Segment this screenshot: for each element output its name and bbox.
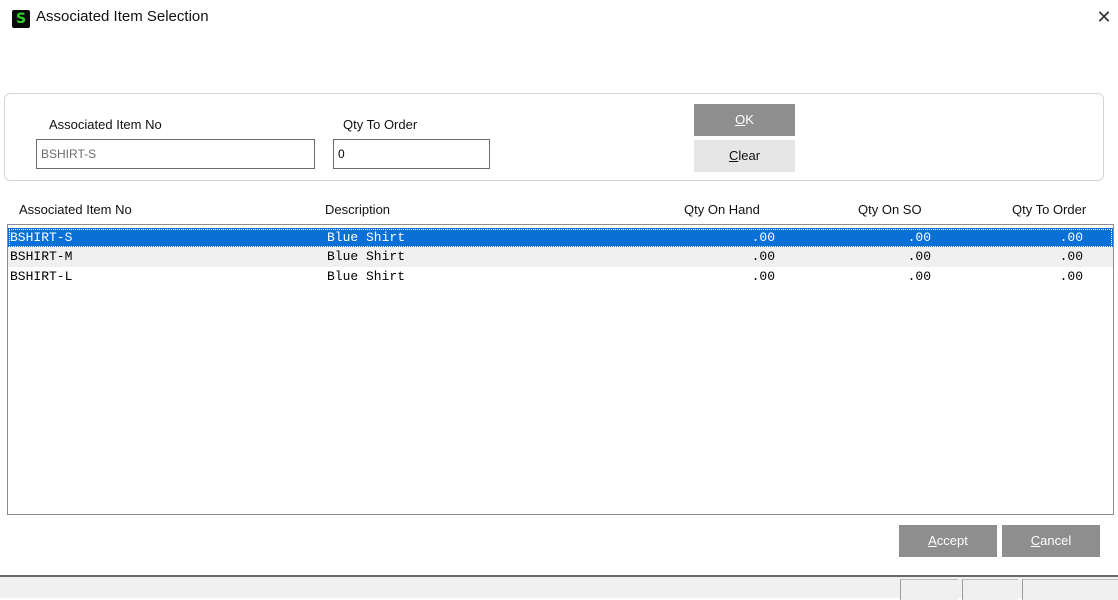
column-header-qty-on-so[interactable]: Qty On SO bbox=[858, 202, 922, 217]
status-pane bbox=[1022, 579, 1118, 600]
cell-qty-on-hand: .00 bbox=[751, 249, 775, 264]
cell-qty-to-order: .00 bbox=[1059, 269, 1083, 284]
item-no-field[interactable] bbox=[36, 139, 315, 169]
qty-to-order-field[interactable] bbox=[333, 139, 490, 169]
table-row[interactable]: BSHIRT-S Blue Shirt .00 .00 .00 bbox=[8, 228, 1113, 248]
ok-button[interactable]: OK bbox=[694, 104, 795, 136]
clear-button[interactable]: Clear bbox=[694, 140, 795, 172]
cell-qty-on-hand: .00 bbox=[751, 230, 775, 245]
sage-app-icon: S bbox=[12, 10, 30, 28]
status-pane bbox=[900, 579, 958, 600]
grid-header: Associated Item No Description Qty On Ha… bbox=[0, 200, 1118, 220]
ok-rest: K bbox=[745, 112, 754, 127]
accept-button[interactable]: Accept bbox=[899, 525, 997, 557]
cell-description: Blue Shirt bbox=[327, 249, 406, 264]
accept-rest: ccept bbox=[936, 533, 968, 548]
column-header-qty-to-order[interactable]: Qty To Order bbox=[1012, 202, 1086, 217]
cell-item-no: BSHIRT-S bbox=[10, 230, 73, 245]
ok-accel: O bbox=[735, 112, 746, 127]
qty-to-order-label: Qty To Order bbox=[343, 117, 418, 132]
close-icon[interactable]: ✕ bbox=[1092, 6, 1116, 30]
item-grid[interactable]: BSHIRT-S Blue Shirt .00 .00 .00 BSHIRT-M… bbox=[7, 224, 1114, 515]
clear-accel: C bbox=[728, 148, 739, 163]
cell-item-no: BSHIRT-L bbox=[10, 269, 73, 284]
accept-accel: A bbox=[928, 533, 937, 548]
status-pane bbox=[962, 579, 1018, 600]
cell-qty-to-order: .00 bbox=[1059, 249, 1083, 264]
column-header-description[interactable]: Description bbox=[325, 202, 390, 217]
cell-qty-on-hand: .00 bbox=[751, 269, 775, 284]
cell-item-no: BSHIRT-M bbox=[10, 249, 73, 264]
cell-qty-on-so: .00 bbox=[907, 230, 931, 245]
cell-description: Blue Shirt bbox=[327, 230, 406, 245]
cell-qty-to-order: .00 bbox=[1059, 230, 1083, 245]
column-header-qty-on-hand[interactable]: Qty On Hand bbox=[684, 202, 760, 217]
cell-qty-on-so: .00 bbox=[907, 269, 931, 284]
cell-qty-on-so: .00 bbox=[907, 249, 931, 264]
column-header-item-no[interactable]: Associated Item No bbox=[19, 202, 132, 217]
status-bar bbox=[0, 575, 1118, 600]
clear-rest: lear bbox=[738, 148, 761, 163]
cancel-accel: C bbox=[1030, 533, 1041, 548]
cancel-button[interactable]: Cancel bbox=[1002, 525, 1100, 557]
table-row[interactable]: BSHIRT-L Blue Shirt .00 .00 .00 bbox=[8, 267, 1113, 287]
item-no-label: Associated Item No bbox=[49, 117, 162, 132]
window-title: Associated Item Selection bbox=[36, 8, 209, 25]
table-row[interactable]: BSHIRT-M Blue Shirt .00 .00 .00 bbox=[8, 247, 1113, 267]
cell-description: Blue Shirt bbox=[327, 269, 406, 284]
cancel-rest: ancel bbox=[1040, 533, 1072, 548]
title-bar: S Associated Item Selection ✕ bbox=[0, 0, 1118, 36]
